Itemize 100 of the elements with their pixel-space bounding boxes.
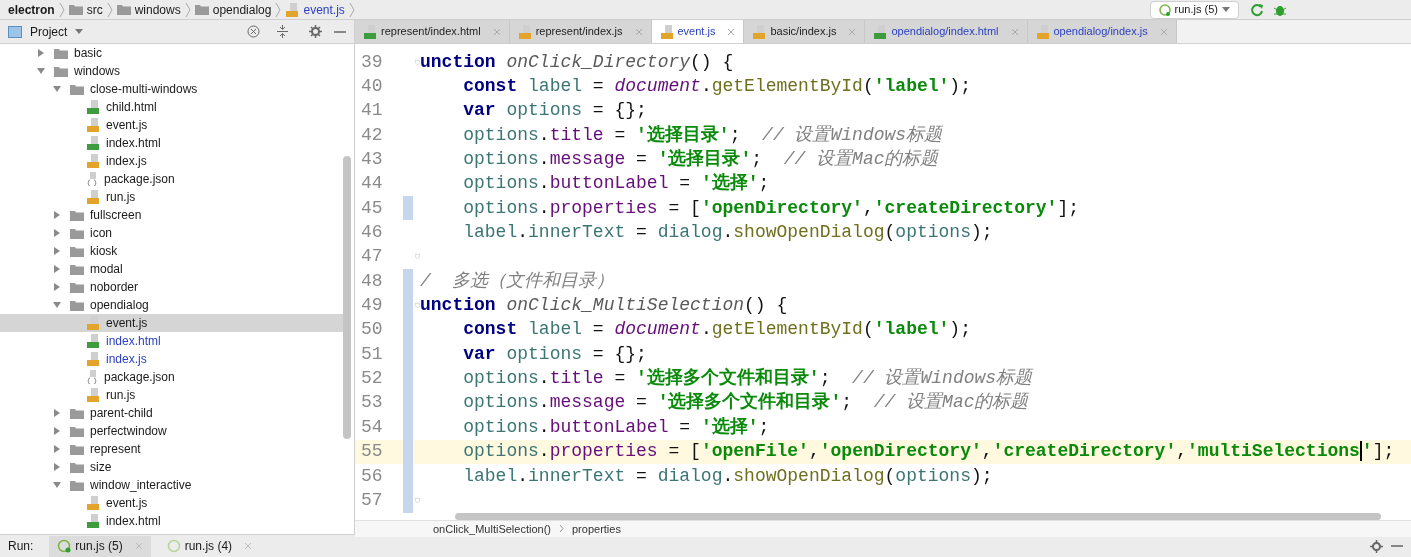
tree-row[interactable]: icon bbox=[0, 224, 343, 242]
close-icon[interactable] bbox=[848, 27, 857, 36]
fold-icon[interactable] bbox=[415, 252, 420, 262]
scrollbar[interactable] bbox=[343, 156, 351, 439]
editor-tab[interactable]: represent/index.js bbox=[509, 20, 652, 43]
close-icon[interactable] bbox=[244, 542, 253, 550]
breadcrumb-item[interactable]: opendialog bbox=[212, 0, 272, 19]
tree-row[interactable]: fullscreen bbox=[0, 206, 343, 224]
tree-row[interactable]: basic bbox=[0, 44, 343, 62]
folder-icon bbox=[194, 4, 209, 15]
structure-breadcrumb[interactable]: onClick_MultiSelection() bbox=[433, 520, 551, 538]
tree-row[interactable]: represent bbox=[0, 440, 343, 458]
breadcrumb-item[interactable]: windows bbox=[134, 0, 181, 19]
tree-label: represent bbox=[90, 441, 141, 458]
close-icon[interactable] bbox=[1159, 27, 1168, 36]
tree-row[interactable]: parent-child bbox=[0, 404, 343, 422]
chevron-icon bbox=[184, 1, 191, 18]
close-icon[interactable] bbox=[1010, 27, 1019, 36]
editor-tab[interactable]: opendialog/index.html bbox=[865, 20, 1028, 43]
minimize-icon[interactable] bbox=[334, 30, 346, 33]
tree-label: fullscreen bbox=[90, 207, 142, 224]
js-file-icon bbox=[659, 24, 674, 39]
tree-row[interactable]: event.js bbox=[0, 314, 343, 332]
collapse-all-icon[interactable] bbox=[276, 25, 289, 38]
folder-icon bbox=[70, 425, 84, 437]
collapsed-arrow-icon[interactable] bbox=[52, 444, 62, 454]
tree-row[interactable]: noborder bbox=[0, 278, 343, 296]
tree-row[interactable]: index.html bbox=[0, 332, 343, 350]
chevron-icon bbox=[275, 1, 282, 18]
close-icon[interactable] bbox=[492, 27, 501, 36]
tree-row[interactable]: opendialog bbox=[0, 296, 343, 314]
tree-row[interactable]: run.js bbox=[0, 188, 343, 206]
run-config-dropdown[interactable]: run.js (5) bbox=[1149, 0, 1239, 19]
tree-row[interactable]: package.json bbox=[0, 368, 343, 386]
tree-row[interactable]: index.js bbox=[0, 152, 343, 170]
collapsed-arrow-icon[interactable] bbox=[52, 210, 62, 220]
collapsed-arrow-icon[interactable] bbox=[52, 228, 62, 238]
tree-row[interactable]: windows bbox=[0, 62, 343, 80]
fold-icon[interactable] bbox=[415, 57, 420, 67]
change-marker[interactable] bbox=[403, 269, 413, 294]
tree-row[interactable]: run.js bbox=[0, 386, 343, 404]
editor-tab[interactable]: basic/index.js bbox=[744, 20, 866, 43]
tree-row[interactable]: child.html bbox=[0, 98, 343, 116]
tree-row[interactable]: index.js bbox=[0, 350, 343, 368]
line-number: 50 bbox=[360, 318, 384, 342]
view-dropdown[interactable]: Project bbox=[30, 22, 84, 41]
tree-row[interactable]: index.html bbox=[0, 512, 343, 530]
collapsed-arrow-icon[interactable] bbox=[52, 462, 62, 472]
tree-row[interactable]: event.js bbox=[0, 116, 343, 134]
tree-row[interactable]: close-multi-windows bbox=[0, 80, 343, 98]
change-marker[interactable] bbox=[403, 196, 413, 221]
collapsed-arrow-icon[interactable] bbox=[52, 264, 62, 274]
settings-icon[interactable] bbox=[1370, 539, 1383, 553]
tree-row[interactable]: modal bbox=[0, 260, 343, 278]
collapsed-arrow-icon[interactable] bbox=[52, 426, 62, 436]
collapsed-arrow-icon[interactable] bbox=[52, 408, 62, 418]
tree-row[interactable]: package.json bbox=[0, 170, 343, 188]
close-icon[interactable] bbox=[634, 27, 643, 36]
close-icon[interactable] bbox=[134, 542, 143, 550]
html-file-icon bbox=[86, 334, 100, 348]
code-line: const label = document.getElementById('label'); bbox=[462, 318, 971, 342]
editor-tab[interactable]: event.js bbox=[651, 20, 745, 43]
editor-tab[interactable]: opendialog/index.js bbox=[1027, 20, 1177, 43]
tree-label: package.json bbox=[104, 369, 175, 386]
tree-row[interactable]: window_interactive bbox=[0, 476, 343, 494]
expanded-arrow-icon[interactable] bbox=[52, 300, 62, 310]
tree-row[interactable]: event.js bbox=[0, 494, 343, 512]
node-icon bbox=[166, 539, 181, 553]
line-number: 41 bbox=[360, 99, 384, 123]
change-marker[interactable] bbox=[403, 488, 413, 513]
rerun-icon[interactable] bbox=[1249, 1, 1265, 18]
line-number: 51 bbox=[360, 342, 384, 366]
collapsed-arrow-icon[interactable] bbox=[36, 48, 46, 58]
folder-icon bbox=[70, 461, 84, 473]
tree-row[interactable]: kiosk bbox=[0, 242, 343, 260]
close-icon[interactable] bbox=[727, 27, 736, 36]
breadcrumb-item[interactable]: electron bbox=[8, 0, 55, 19]
folder-icon bbox=[54, 47, 68, 59]
run-tab[interactable]: run.js (5) bbox=[49, 535, 151, 557]
expanded-arrow-icon[interactable] bbox=[52, 480, 62, 490]
line-number: 52 bbox=[360, 367, 384, 391]
collapsed-arrow-icon[interactable] bbox=[52, 282, 62, 292]
breadcrumb-item[interactable]: src bbox=[86, 0, 103, 19]
collapsed-arrow-icon[interactable] bbox=[52, 246, 62, 256]
run-tab[interactable]: run.js (4) bbox=[158, 535, 261, 557]
tree-label: package.json bbox=[104, 171, 175, 188]
tree-row[interactable]: index.html bbox=[0, 134, 343, 152]
settings-icon[interactable] bbox=[309, 25, 322, 38]
expanded-arrow-icon[interactable] bbox=[36, 66, 46, 76]
horizontal-scrollbar[interactable] bbox=[455, 512, 1381, 520]
breadcrumb-item[interactable]: event.js bbox=[303, 0, 345, 19]
fold-icon[interactable] bbox=[415, 495, 420, 505]
code-line: / 多选（文件和目录） bbox=[420, 269, 615, 293]
tree-row[interactable]: perfectwindow bbox=[0, 422, 343, 440]
tree-row[interactable]: size bbox=[0, 458, 343, 476]
fold-icon[interactable] bbox=[415, 301, 420, 311]
line-number: 44 bbox=[360, 172, 384, 196]
expanded-arrow-icon[interactable] bbox=[52, 84, 62, 94]
editor-tab[interactable]: represent/index.html bbox=[355, 20, 510, 43]
structure-breadcrumb[interactable]: properties bbox=[572, 520, 621, 538]
